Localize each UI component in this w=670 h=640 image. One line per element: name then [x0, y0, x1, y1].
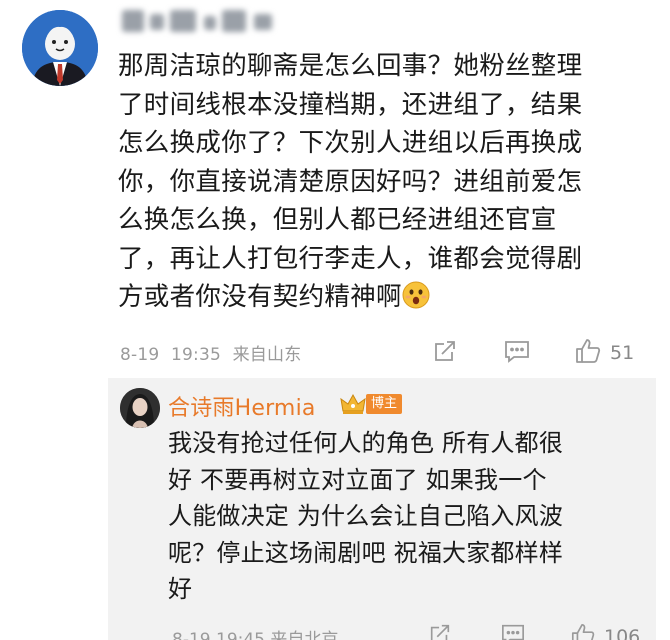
reply-location: 来自北京 [270, 630, 339, 640]
comment-meta: 8-19 19:35 来自山东 [120, 340, 307, 365]
comment-line: 了，再让人打包行李走人，谁都会觉得剧 [118, 243, 583, 274]
vip-crown-icon [340, 393, 366, 419]
blurred-username [122, 6, 282, 36]
reply-time: 19:45 [216, 630, 265, 640]
comment-location: 来自山东 [232, 345, 302, 365]
comment-line: 怎么换成你了？下次别人进组以后再换成 [118, 128, 583, 158]
comment-line: 那周洁琼的聊斋是怎么回事？她粉丝整理 [118, 51, 583, 81]
weibo-comment-thread: 那周洁琼的聊斋是怎么回事？她粉丝整理 了时间线根本没撞档期，还进组了，结果 怎么… [0, 0, 670, 640]
reply-line: 人能做决定 为什么会让自己陷入风波 [168, 502, 564, 530]
reply-meta: 8-19 19:45 来自北京 [172, 625, 338, 640]
reply-username[interactable]: 合诗雨Hermia [168, 390, 316, 422]
share-icon [428, 622, 452, 640]
reply-like-button[interactable]: 106 [570, 622, 640, 640]
comment-time: 19:35 [171, 345, 221, 365]
thumbs-up-icon [570, 622, 596, 640]
reply-avatar[interactable] [120, 388, 160, 428]
comment-line-last: 方或者你没有契约精神啊 [118, 278, 648, 321]
commenter-avatar[interactable] [22, 10, 98, 86]
blogger-badge: 博主 [366, 394, 403, 414]
comment-line: 你，你直接说清楚原因好吗？进组前爱怎 [118, 166, 583, 197]
comment-date: 8-19 [120, 345, 160, 365]
comment-line-text: 方或者你没有契约精神啊 [118, 282, 402, 312]
like-button[interactable]: 51 [574, 338, 634, 368]
surprised-face-emoji [402, 281, 430, 321]
comment-bubble-icon [503, 338, 531, 368]
reply-button[interactable] [503, 338, 531, 368]
reply-line: 好 [168, 575, 193, 603]
comment-bubble-icon [500, 622, 526, 640]
comment-line: 么换怎么换，但别人都已经进组还官宣 [118, 205, 557, 235]
like-count: 51 [610, 342, 635, 364]
reply-comment-button[interactable] [500, 622, 526, 640]
reply-line: 我没有抢过任何人的角色 所有人都很 [168, 429, 564, 457]
comment-text: 那周洁琼的聊斋是怎么回事？她粉丝整理 了时间线根本没撞档期，还进组了，结果 怎么… [118, 47, 648, 321]
reply-like-count: 106 [604, 626, 641, 640]
thumbs-up-icon [574, 337, 602, 369]
reply-text: 我没有抢过任何人的角色 所有人都很 好 不要再树立对立面了 如果我一个 人能做决… [168, 425, 648, 608]
comment-line: 了时间线根本没撞档期，还进组了，结果 [118, 89, 583, 120]
reply-repost-button[interactable] [428, 622, 452, 640]
reply-line: 好 不要再树立对立面了 如果我一个 [168, 465, 547, 494]
reply-date: 8-19 [172, 630, 211, 640]
reply-line: 呢？停止这场闹剧吧 祝福大家都样样 [168, 538, 564, 567]
repost-button[interactable] [432, 338, 458, 368]
share-icon [432, 338, 458, 368]
